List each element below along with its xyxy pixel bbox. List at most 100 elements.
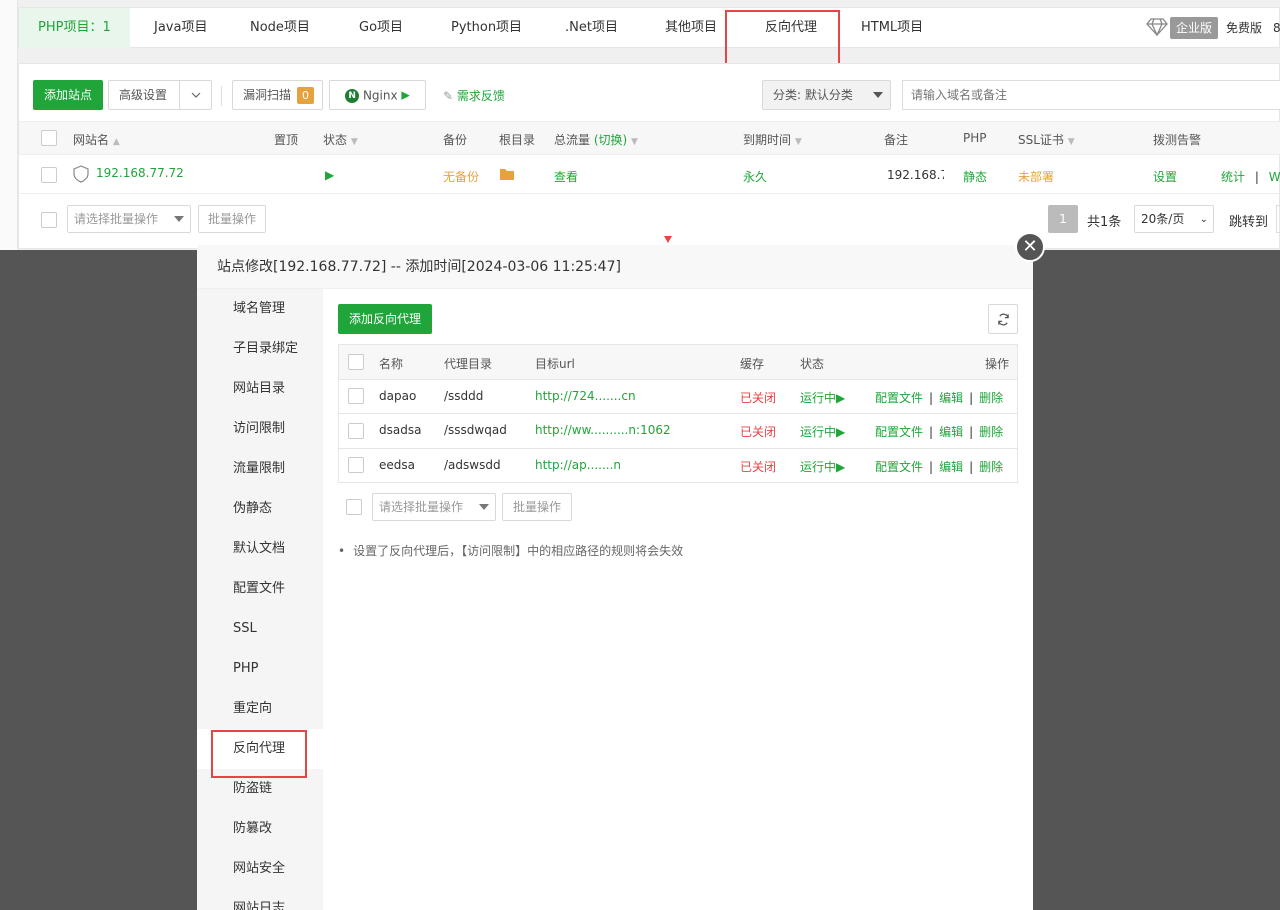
proxy-cache-status[interactable]: 已关闭 [740,423,776,440]
tab-go[interactable]: Go项目 [359,8,403,48]
proxy-cache-status[interactable]: 已关闭 [740,389,776,406]
edit-link[interactable]: 编辑 [939,460,963,474]
ssl-status-link[interactable]: 未部署 [1018,168,1054,185]
proxy-run-status[interactable]: 运行中▶ [800,389,845,406]
side-item-tamper[interactable]: 防篡改 [197,809,323,849]
proxy-target-url[interactable]: http://724.......cn [535,389,636,403]
proxy-run-status[interactable]: 运行中▶ [800,458,845,475]
proxy-run-status[interactable]: 运行中▶ [800,423,845,440]
proxy-batch-action-button[interactable]: 批量操作 [502,493,572,521]
free-edition-label[interactable]: 免费版 [1226,8,1262,48]
sort-down-icon: ▼ [794,137,802,147]
col-note: 备注 [884,133,909,147]
row-checkbox[interactable] [348,423,364,439]
tab-other[interactable]: 其他项目 [665,8,717,48]
proxy-cache-status[interactable]: 已关闭 [740,458,776,475]
backup-status[interactable]: 无备份 [443,168,479,185]
batch-checkbox[interactable] [41,212,57,228]
proxy-batch-select[interactable]: 请选择批量操作 [372,493,496,521]
diamond-icon [1146,17,1168,41]
site-name-link[interactable]: 192.168.77.72 [96,166,184,180]
edit-link[interactable]: 编辑 [939,391,963,405]
side-item-traffic[interactable]: 流量限制 [197,449,323,489]
batch-action-button[interactable]: 批量操作 [198,205,266,233]
add-site-button[interactable]: 添加站点 [33,80,103,110]
table-row: dsadsa /sssdwqad http://ww..........n:10… [339,414,1017,449]
batch-select-label: 请选择批量操作 [74,212,159,226]
tab-node[interactable]: Node项目 [250,8,310,48]
tab-html[interactable]: HTML项目 [861,8,923,48]
side-item-access[interactable]: 访问限制 [197,409,323,449]
col-alert: 拨测告警 [1153,133,1202,147]
side-item-rewrite[interactable]: 伪静态 [197,489,323,529]
bullet: • [338,544,346,558]
edit-icon: ✎ [443,89,454,103]
edit-link[interactable]: 编辑 [939,425,963,439]
vuln-scan-button[interactable]: 漏洞扫描 0 [232,80,323,110]
side-item-domain[interactable]: 域名管理 [197,289,323,329]
row-actions: 统计 | WA [1221,168,1280,185]
side-item-config[interactable]: 配置文件 [197,569,323,609]
php-version-link[interactable]: 静态 [963,168,987,185]
row-checkbox[interactable] [348,457,364,473]
action-separator: | [929,391,934,405]
select-all-checkbox[interactable] [41,130,57,146]
side-item-php[interactable]: PHP [197,649,323,689]
play-icon[interactable]: ▶ [325,168,334,182]
col-status[interactable]: 状态 ▼ [323,131,358,148]
add-reverse-proxy-button[interactable]: 添加反向代理 [338,304,432,334]
expire-value[interactable]: 永久 [743,168,767,185]
side-item-security[interactable]: 网站安全 [197,849,323,889]
col-ssl[interactable]: SSL证书 ▼ [1018,131,1075,148]
config-file-link[interactable]: 配置文件 [875,460,923,474]
category-select[interactable]: 分类: 默认分类 [762,80,891,110]
traffic-toggle-link[interactable]: (切换) [594,133,627,147]
side-item-subdir[interactable]: 子目录绑定 [197,329,323,369]
row-checkbox[interactable] [41,167,57,183]
delete-link[interactable]: 删除 [979,425,1003,439]
proxy-actions: 配置文件 | 编辑 | 删除 [875,389,1003,406]
config-file-link[interactable]: 配置文件 [875,391,923,405]
side-item-ssl[interactable]: SSL [197,609,323,649]
proxy-target-url[interactable]: http://ap.......n [535,458,621,472]
note-value[interactable]: 192.168.7 [887,168,944,182]
tab-net[interactable]: .Net项目 [565,8,618,48]
batch-select[interactable]: 请选择批量操作 [67,205,191,233]
proxy-batch-checkbox[interactable] [346,499,362,515]
tab-java[interactable]: Java项目 [154,8,207,48]
side-item-default-doc[interactable]: 默认文档 [197,529,323,569]
nginx-button[interactable]: N Nginx ▶ [329,80,426,110]
advanced-settings-label: 高级设置 [119,88,168,102]
folder-icon[interactable] [499,167,515,185]
stats-link[interactable]: 统计 [1221,170,1245,184]
col-expire[interactable]: 到期时间 ▼ [743,131,802,148]
col-traffic[interactable]: 总流量 (切换) ▼ [554,131,638,148]
side-item-redirect[interactable]: 重定向 [197,689,323,729]
page-1-button[interactable]: 1 [1048,205,1078,233]
delete-link[interactable]: 删除 [979,460,1003,474]
delete-link[interactable]: 删除 [979,391,1003,405]
alert-settings-link[interactable]: 设置 [1153,168,1177,185]
proxy-target-url[interactable]: http://ww..........n:1062 [535,423,671,437]
jump-input[interactable] [1276,205,1280,233]
per-page-select[interactable]: 20条/页 ⌄ [1134,205,1214,233]
highlight-reverse-proxy-tab [725,10,840,69]
side-item-logs[interactable]: 网站日志 [197,889,323,910]
traffic-view-link[interactable]: 查看 [554,168,578,185]
col-backup: 备份 [443,133,468,147]
advanced-settings-button[interactable]: 高级设置 [108,80,212,110]
close-icon[interactable]: ✕ [1015,232,1045,262]
col-site-name[interactable]: 网站名 ▲ [73,131,120,148]
proxy-actions: 配置文件 | 编辑 | 删除 [875,458,1003,475]
enterprise-badge[interactable]: 企业版 [1170,17,1219,39]
feedback-link[interactable]: ✎ 需求反馈 [443,87,505,104]
tab-php[interactable]: PHP项目：1 [19,8,130,48]
site-search-input[interactable] [902,80,1280,110]
proxy-select-all-checkbox[interactable] [348,354,364,370]
row-checkbox[interactable] [348,388,364,404]
side-item-site-dir[interactable]: 网站目录 [197,369,323,409]
tab-python[interactable]: Python项目 [451,8,522,48]
waf-link[interactable]: WA [1269,170,1280,184]
config-file-link[interactable]: 配置文件 [875,425,923,439]
refresh-button[interactable] [988,304,1018,334]
